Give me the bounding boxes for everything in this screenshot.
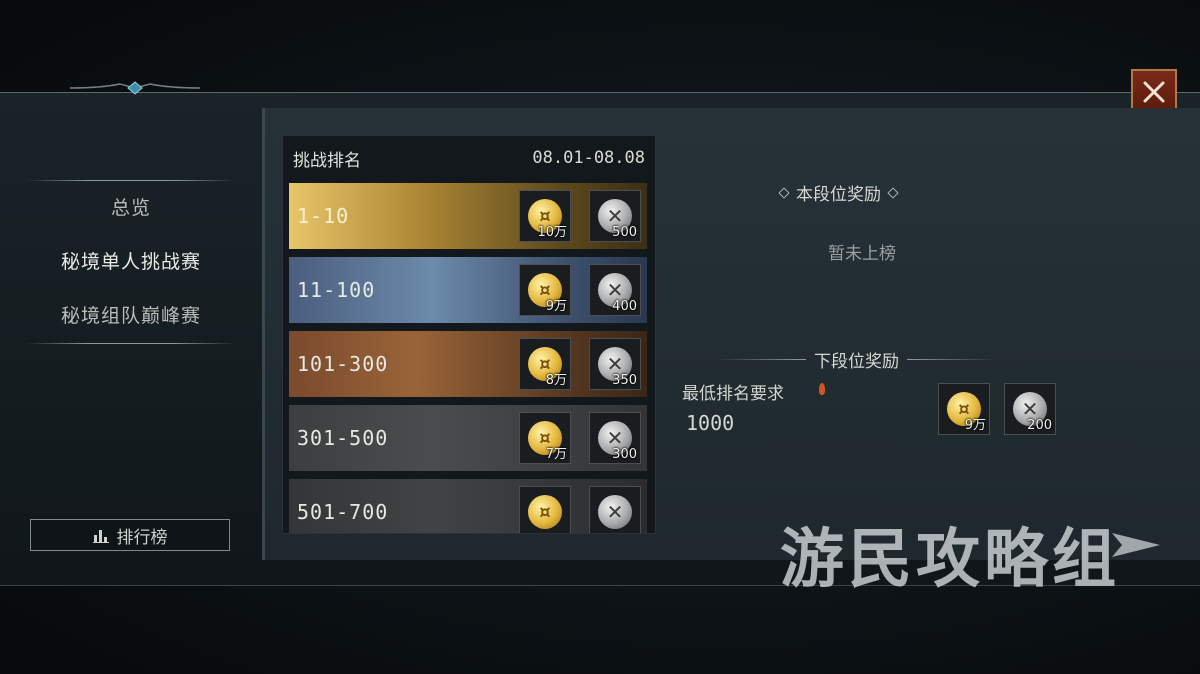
current-reward-title: 本段位奖励 <box>796 185 881 205</box>
ranking-list-header: 挑战排名 08.01-08.08 <box>283 136 655 180</box>
reward-quantity: 7万 <box>545 447 567 462</box>
rank-range: 501-700 <box>297 500 389 524</box>
reward-quantity: 8万 <box>545 373 567 388</box>
watermark-arrow-icon <box>1112 533 1160 557</box>
reward-quantity: 10万 <box>537 225 567 240</box>
min-rank-value: 1000 <box>686 411 735 435</box>
reward-slot[interactable]: ✕ 350 <box>589 338 641 390</box>
ranking-row[interactable]: 1-10 ¤ 10万 ✕ 500 <box>289 183 647 249</box>
not-ranked-text: 暂未上榜 <box>828 244 896 264</box>
min-rank-label: 最低排名要求 <box>682 384 784 404</box>
sidebar-item-solo-challenge[interactable]: 秘境单人挑战赛 <box>22 235 240 289</box>
heading-ornament-icon <box>887 186 899 199</box>
flame-icon <box>819 383 825 395</box>
reward-quantity: 200 <box>1027 418 1052 433</box>
watermark-text: 游民攻略组 <box>780 523 1120 597</box>
reward-quantity: 9万 <box>964 418 986 433</box>
ranking-row[interactable]: 101-300 ¤ 8万 ✕ 350 <box>289 331 647 397</box>
reward-quantity: 400 <box>612 299 637 314</box>
ranking-row[interactable]: 501-700 ¤ ✕ <box>289 479 647 533</box>
heading-ornament-icon <box>778 186 790 199</box>
reward-slot[interactable]: ¤ 7万 <box>519 412 571 464</box>
sidebar: 总览 秘境单人挑战赛 秘境组队巅峰赛 <box>22 180 240 344</box>
reward-quantity: 350 <box>612 373 637 388</box>
sidebar-item-team-peak[interactable]: 秘境组队巅峰赛 <box>22 289 240 343</box>
reward-slot[interactable]: ✕ <box>589 486 641 533</box>
frame-ornament-icon <box>70 81 200 95</box>
close-icon <box>1143 81 1165 103</box>
current-reward-heading: 本段位奖励 <box>778 180 899 205</box>
next-reward-heading: 下段位奖励 <box>716 347 997 372</box>
gold-coin-icon: ¤ <box>528 495 562 529</box>
leaderboard-button[interactable]: 排行榜 <box>30 519 230 551</box>
reward-quantity: 300 <box>612 447 637 462</box>
ranking-date-range: 08.01-08.08 <box>532 148 645 168</box>
reward-quantity: 9万 <box>545 299 567 314</box>
sidebar-item-overview[interactable]: 总览 <box>22 181 240 235</box>
leaderboard-button-label: 排行榜 <box>116 527 168 548</box>
reward-quantity: 500 <box>612 225 637 240</box>
silver-medal-icon: ✕ <box>598 495 632 529</box>
ranking-row[interactable]: 301-500 ¤ 7万 ✕ 300 <box>289 405 647 471</box>
ranking-row[interactable]: 11-100 ¤ 9万 ✕ 400 <box>289 257 647 323</box>
next-reward-title: 下段位奖励 <box>814 352 899 372</box>
reward-slot[interactable]: ✕ 300 <box>589 412 641 464</box>
reward-slot[interactable]: ✕ 200 <box>1004 383 1056 435</box>
next-reward-items: ¤ 9万 ✕ 200 <box>938 383 1070 435</box>
bar-chart-icon <box>92 530 109 543</box>
rank-range: 11-100 <box>297 278 376 302</box>
ranking-list-title: 挑战排名 <box>293 150 361 171</box>
reward-info: 本段位奖励 暂未上榜 下段位奖励 最低排名要求 1000 ¤ 9万 ✕ 200 <box>660 108 1200 560</box>
reward-slot[interactable]: ✕ 400 <box>589 264 641 316</box>
sidebar-divider <box>26 343 236 344</box>
ranking-list[interactable]: 挑战排名 08.01-08.08 1-10 ¤ 10万 ✕ 500 11-100… <box>282 135 656 534</box>
heading-line <box>716 359 806 360</box>
reward-slot[interactable]: ¤ 9万 <box>938 383 990 435</box>
reward-slot[interactable]: ✕ 500 <box>589 190 641 242</box>
reward-slot[interactable]: ¤ 9万 <box>519 264 571 316</box>
reward-slot[interactable]: ¤ 8万 <box>519 338 571 390</box>
heading-line <box>907 359 997 360</box>
rank-range: 101-300 <box>297 352 389 376</box>
reward-slot[interactable]: ¤ <box>519 486 571 533</box>
rank-range: 301-500 <box>297 426 389 450</box>
rank-range: 1-10 <box>297 204 350 228</box>
reward-slot[interactable]: ¤ 10万 <box>519 190 571 242</box>
